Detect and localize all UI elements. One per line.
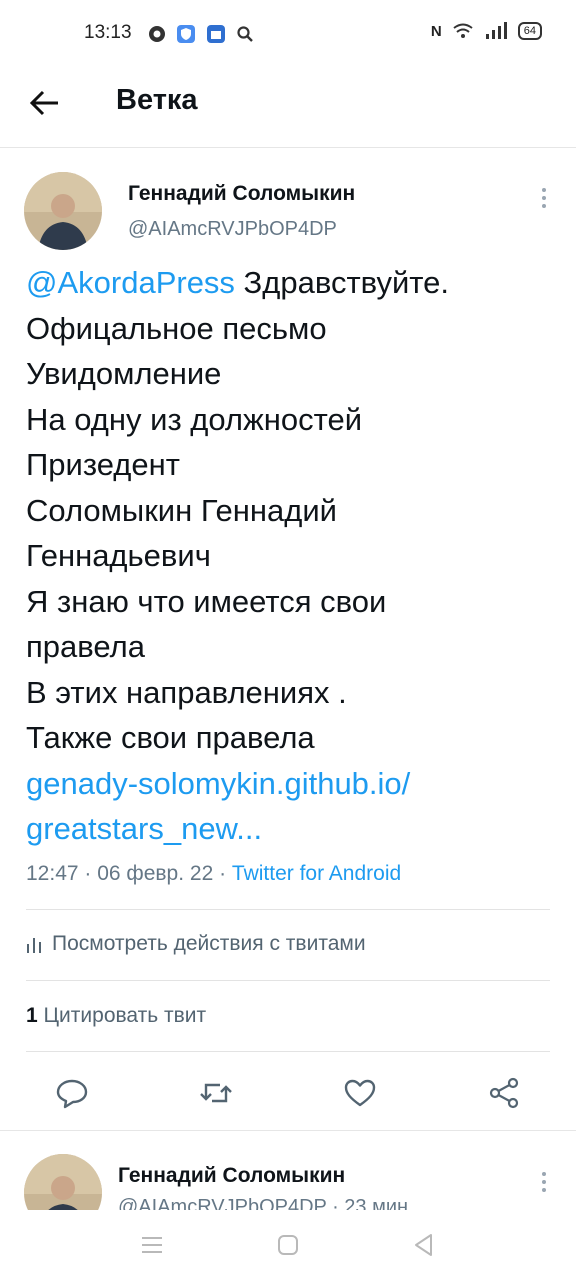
divider [26,1051,550,1052]
quote-count: 1 [26,1004,38,1027]
reply-icon [56,1079,88,1109]
stats-icon [27,938,41,953]
url-link-line1[interactable]: genady-solomykin.github.io/ [26,766,410,801]
like-icon [344,1079,376,1107]
reply-tweet[interactable]: Геннадий Соломыкин @AIAmcRVJPbOP4DP · 23… [0,1130,576,1210]
signal-icon [485,22,507,39]
status-notification-icons [148,24,254,44]
nav-back-icon [415,1234,432,1256]
author-name[interactable]: Геннадий Соломыкин [128,182,355,206]
more-icon [542,1172,546,1192]
status-time: 13:13 [84,22,132,43]
status-system-icons: N 64 [431,22,542,40]
divider [26,909,550,910]
back-button[interactable] [28,86,62,120]
url-link-line2[interactable]: greatstars_new... [26,811,262,846]
divider [26,980,550,981]
retweet-icon [200,1083,232,1103]
share-icon [489,1077,519,1109]
tweet-body-lines: Офицальное песьмо Увидомление На одну из… [26,310,387,756]
meta-dot: · [78,862,98,885]
nav-menu-button[interactable] [139,1232,165,1258]
page-title: Ветка [116,84,198,116]
battery-icon: 64 [517,22,542,40]
retweet-button[interactable] [198,1075,234,1111]
reply-author-name[interactable]: Геннадий Соломыкин [118,1164,345,1188]
nav-home-button[interactable] [275,1232,301,1258]
search-icon [237,26,253,42]
tweet-greeting: Здравствуйте. [234,265,449,300]
chrome-icon [149,26,165,42]
avatar-image [24,172,102,250]
back-arrow-icon [29,90,58,116]
header-divider [0,147,576,148]
reply-more-button[interactable] [534,1170,554,1194]
tweet-date: 06 февр. 22 [97,862,214,885]
tweet-client-link[interactable]: Twitter for Android [232,862,401,885]
nav-home-icon [278,1235,298,1255]
tweet-text: @AkordaPress Здравствуйте. Офицальное пе… [26,260,556,852]
nfc-icon: N [430,22,442,40]
shield-icon [177,25,195,43]
author-handle[interactable]: @AIAmcRVJPbOP4DP [128,218,337,241]
share-button[interactable] [486,1075,522,1111]
tweet-metadata: 12:47 · 06 февр. 22 · Twitter for Androi… [26,862,401,886]
tweet-activity-button[interactable]: Посмотреть действия с твитами [26,932,366,956]
quote-label: Цитировать твит [37,1004,207,1027]
status-bar: 13:13 N 64 [0,0,576,72]
reply-avatar[interactable] [24,1154,102,1210]
reply-button[interactable] [54,1075,90,1111]
reply-avatar-image [24,1154,102,1210]
meta-dot: · [213,862,232,885]
reply-handle-time: @AIAmcRVJPbOP4DP · 23 мин [118,1196,409,1210]
nav-menu-icon [142,1237,162,1253]
more-button[interactable] [534,186,554,210]
avatar[interactable] [24,172,102,250]
quote-tweets-link[interactable]: 1 Цитировать твит [26,1004,206,1028]
files-icon [207,25,225,43]
more-icon [542,188,546,208]
tweet-time: 12:47 [26,862,79,885]
like-button[interactable] [342,1075,378,1111]
nav-back-button[interactable] [411,1232,437,1258]
mention-link[interactable]: @AkordaPress [26,265,235,300]
wifi-icon [453,23,473,38]
tweet-activity-label: Посмотреть действия с твитами [52,932,366,955]
